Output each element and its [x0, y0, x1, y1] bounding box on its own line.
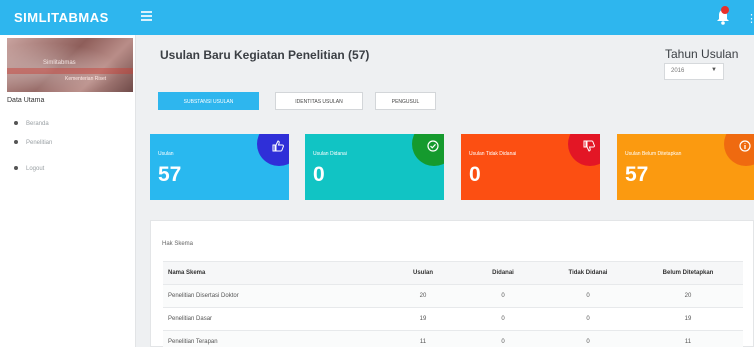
table-cell: 20: [383, 284, 463, 308]
identitas-usulan-button[interactable]: IDENTITAS USULAN: [275, 92, 363, 110]
table-cell: Penelitian Terapan: [163, 330, 383, 347]
menu-toggle-icon[interactable]: [141, 11, 152, 22]
card-value: 0: [469, 163, 481, 186]
skema-table: Nama Skema Usulan Didanai Tidak Didanai …: [163, 261, 743, 347]
info-icon: [739, 140, 751, 152]
table-cell: Penelitian Dasar: [163, 307, 383, 331]
page-title: Usulan Baru Kegiatan Penelitian (57): [160, 48, 370, 62]
bullet-icon: [14, 166, 18, 171]
top-bar: SIMLITABMAS ⋮: [0, 0, 754, 35]
card-label: Usulan: [158, 151, 174, 157]
table-cell: 11: [633, 330, 743, 347]
thumbs-down-icon: [583, 140, 595, 152]
more-icon[interactable]: ⋮: [746, 12, 754, 25]
sidebar-banner-image: Simlitabmas Kementerian Riset: [7, 38, 133, 92]
table-cell: 19: [383, 307, 463, 331]
stat-card-didanai[interactable]: Usulan Didanai 0: [305, 134, 444, 200]
table-cell: 0: [463, 330, 543, 347]
skema-panel: Hak Skema Nama Skema Usulan Didanai Tida…: [150, 220, 754, 347]
sidebar: Simlitabmas Kementerian Riset Data Utama…: [0, 35, 136, 347]
table-cell: 11: [383, 330, 463, 347]
sidebar-item-beranda[interactable]: Beranda: [14, 121, 49, 127]
banner-caption: Kementerian Riset: [65, 76, 107, 82]
card-label: Usulan Tidak Didanai: [469, 151, 517, 157]
stat-card-belum-ditetapkan[interactable]: Usulan Belum Ditetapkan 57: [617, 134, 754, 200]
card-label: Usulan Belum Ditetapkan: [625, 151, 682, 157]
table-cell: 0: [543, 284, 633, 308]
stat-card-tidak-didanai[interactable]: Usulan Tidak Didanai 0: [461, 134, 600, 200]
table-cell: 0: [543, 330, 633, 347]
table-header-row: Nama Skema Usulan Didanai Tidak Didanai …: [163, 261, 743, 285]
card-value: 0: [313, 163, 325, 186]
substansi-usulan-button[interactable]: SUBSTANSI USULAN: [158, 92, 259, 110]
stat-card-usulan[interactable]: Usulan 57: [150, 134, 289, 200]
thumbs-up-icon: [272, 140, 284, 152]
panel-title: Hak Skema: [162, 241, 194, 247]
notification-badge: [721, 6, 729, 14]
card-value: 57: [625, 163, 649, 186]
banner-label: Simlitabmas: [43, 60, 76, 66]
pengusul-button[interactable]: PENGUSUL: [375, 92, 436, 110]
table-row[interactable]: Penelitian Disertasi Doktor 20 0 0 20: [163, 284, 743, 308]
table-row[interactable]: Penelitian Terapan 11 0 0 11: [163, 330, 743, 347]
column-header[interactable]: Belum Ditetapkan: [633, 261, 743, 285]
table-row[interactable]: Penelitian Dasar 19 0 0 19: [163, 307, 743, 331]
table-cell: 0: [463, 284, 543, 308]
year-label: Tahun Usulan: [665, 47, 739, 61]
table-cell: Penelitian Disertasi Doktor: [163, 284, 383, 308]
table-cell: 19: [633, 307, 743, 331]
column-header[interactable]: Tidak Didanai: [543, 261, 633, 285]
table-cell: 0: [463, 307, 543, 331]
column-header[interactable]: Didanai: [463, 261, 543, 285]
column-header[interactable]: Nama Skema: [163, 261, 383, 285]
check-circle-icon: [427, 140, 439, 152]
column-header[interactable]: Usulan: [383, 261, 463, 285]
year-select[interactable]: 2016 ▼: [664, 63, 724, 80]
table-cell: 20: [633, 284, 743, 308]
sidebar-item-logout[interactable]: Logout: [14, 166, 44, 172]
app-brand[interactable]: SIMLITABMAS: [14, 10, 109, 25]
table-cell: 0: [543, 307, 633, 331]
card-value: 57: [158, 163, 182, 186]
sidebar-item-penelitian[interactable]: Penelitian: [14, 140, 52, 146]
bullet-icon: [14, 121, 18, 126]
sidebar-heading: Data Utama: [7, 97, 45, 104]
card-label: Usulan Didanai: [313, 151, 347, 157]
chevron-down-icon: ▼: [711, 67, 717, 73]
bullet-icon: [14, 140, 18, 145]
